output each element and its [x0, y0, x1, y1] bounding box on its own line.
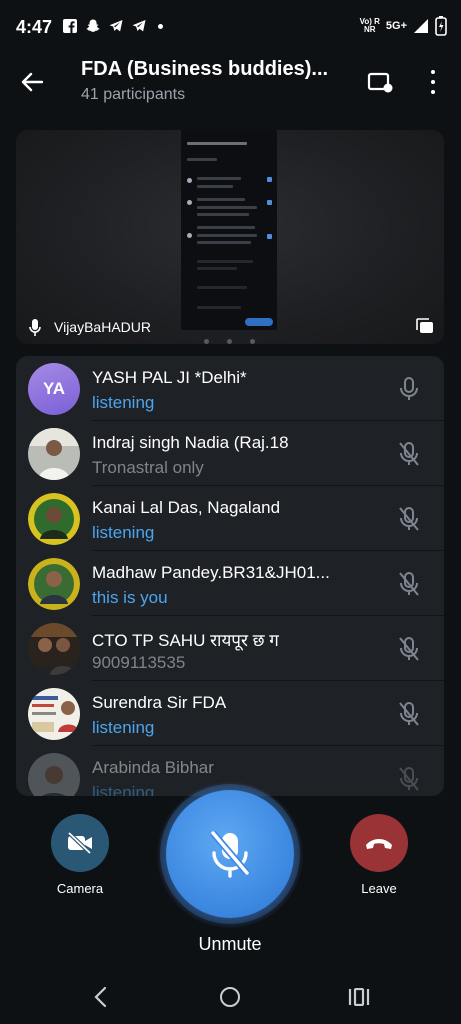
unmute-button[interactable] [166, 790, 294, 918]
participants-count: 41 participants [81, 86, 186, 103]
phone-hangup-icon [366, 839, 392, 849]
avatar [28, 753, 80, 796]
pip-icon[interactable] [416, 318, 434, 334]
call-title: FDA (Business buddies)... [81, 58, 329, 80]
more-dot-icon [431, 80, 435, 84]
system-nav-bar [0, 972, 461, 1024]
status-bar: 4:47 Vo) R NR 5G+ [0, 0, 461, 52]
participant-row[interactable]: Madhaw Pandey.BR31&JH01... this is you [16, 551, 444, 616]
mic-off-icon [399, 442, 419, 466]
snapchat-icon [86, 19, 100, 32]
network-type: 5G+ [385, 20, 407, 32]
notification-icons [62, 18, 163, 34]
participant-name: Kanai Lal Das, Nagaland [92, 498, 281, 517]
avatar [28, 493, 80, 545]
participant-name: Indraj singh Nadia (Raj.18 [92, 433, 289, 452]
mic-off-icon [399, 702, 419, 726]
unmute-label: Unmute [198, 934, 262, 954]
nav-home-icon[interactable] [220, 987, 240, 1007]
more-notifications-dot [158, 23, 163, 29]
mic-icon [29, 319, 41, 336]
more-dot-icon [431, 90, 435, 94]
arrow-left-icon [21, 72, 43, 92]
camera-button[interactable] [51, 814, 109, 872]
facebook-icon [63, 19, 77, 33]
camera-label: Camera [56, 881, 104, 896]
leave-button[interactable] [350, 814, 408, 872]
participant-status: this is you [92, 588, 168, 607]
participant-status: listening [92, 783, 155, 796]
more-options-button[interactable] [420, 68, 446, 96]
mic-off-icon [399, 767, 419, 791]
avatar [28, 558, 80, 610]
avatar [28, 623, 80, 675]
call-header: FDA (Business buddies)... 41 participant… [0, 52, 461, 112]
back-button[interactable] [16, 66, 48, 98]
mic-off-icon [399, 637, 419, 661]
call-controls: Camera Unmute Leave [0, 782, 461, 966]
participant-row[interactable]: Surendra Sir FDA listening [16, 681, 444, 746]
participants-list[interactable]: YA YASH PAL JI *Delhi* listening Indraj … [16, 356, 444, 796]
nav-back-icon[interactable] [93, 986, 109, 1008]
participant-name: Surendra Sir FDA [92, 693, 227, 712]
telegram-icon [109, 20, 123, 32]
participant-name: CTO TP SAHU रायपूर छ ग [92, 631, 279, 650]
participant-name: Arabinda Bibhar [92, 758, 214, 777]
screen-share-video[interactable]: VijayBaHADUR [16, 130, 444, 344]
mic-off-icon [399, 507, 419, 531]
avatar [28, 428, 80, 480]
shared-screen-preview [181, 130, 277, 344]
status-time: 4:47 [16, 17, 53, 37]
nav-recents-icon[interactable] [348, 988, 370, 1006]
participant-row[interactable]: Kanai Lal Das, Nagaland listening [16, 486, 444, 551]
participant-row[interactable]: CTO TP SAHU रायपूर छ ग 9009113535 [16, 616, 444, 681]
participant-status: listening [92, 393, 155, 412]
more-dot-icon [431, 70, 435, 74]
participant-row[interactable]: YA YASH PAL JI *Delhi* listening [16, 356, 444, 421]
leave-label: Leave [361, 881, 397, 896]
avatar: YA [28, 363, 80, 415]
status-right: Vo) R NR 5G+ [360, 16, 447, 36]
telegram-icon [132, 20, 146, 32]
participant-status: Tronastral only [92, 458, 204, 477]
participant-status: listening [92, 523, 155, 542]
network-label: Vo) R NR [359, 17, 380, 34]
battery-icon [435, 16, 447, 36]
screen-record-icon [367, 72, 393, 93]
participant-status: listening [92, 718, 155, 737]
speaker-name: VijayBaHADUR [54, 319, 151, 335]
participant-status: 9009113535 [92, 653, 186, 672]
avatar [28, 688, 80, 740]
signal-icon [414, 19, 428, 33]
mic-off-icon [399, 572, 419, 596]
mic-off-icon [210, 830, 250, 878]
participant-name: Madhaw Pandey.BR31&JH01... [92, 563, 330, 582]
participant-name: YASH PAL JI *Delhi* [92, 368, 247, 387]
screen-share-button[interactable] [366, 68, 394, 96]
video-off-icon [67, 832, 92, 854]
mic-icon [400, 377, 418, 400]
participant-row[interactable]: Indraj singh Nadia (Raj.18 Tronastral on… [16, 421, 444, 486]
